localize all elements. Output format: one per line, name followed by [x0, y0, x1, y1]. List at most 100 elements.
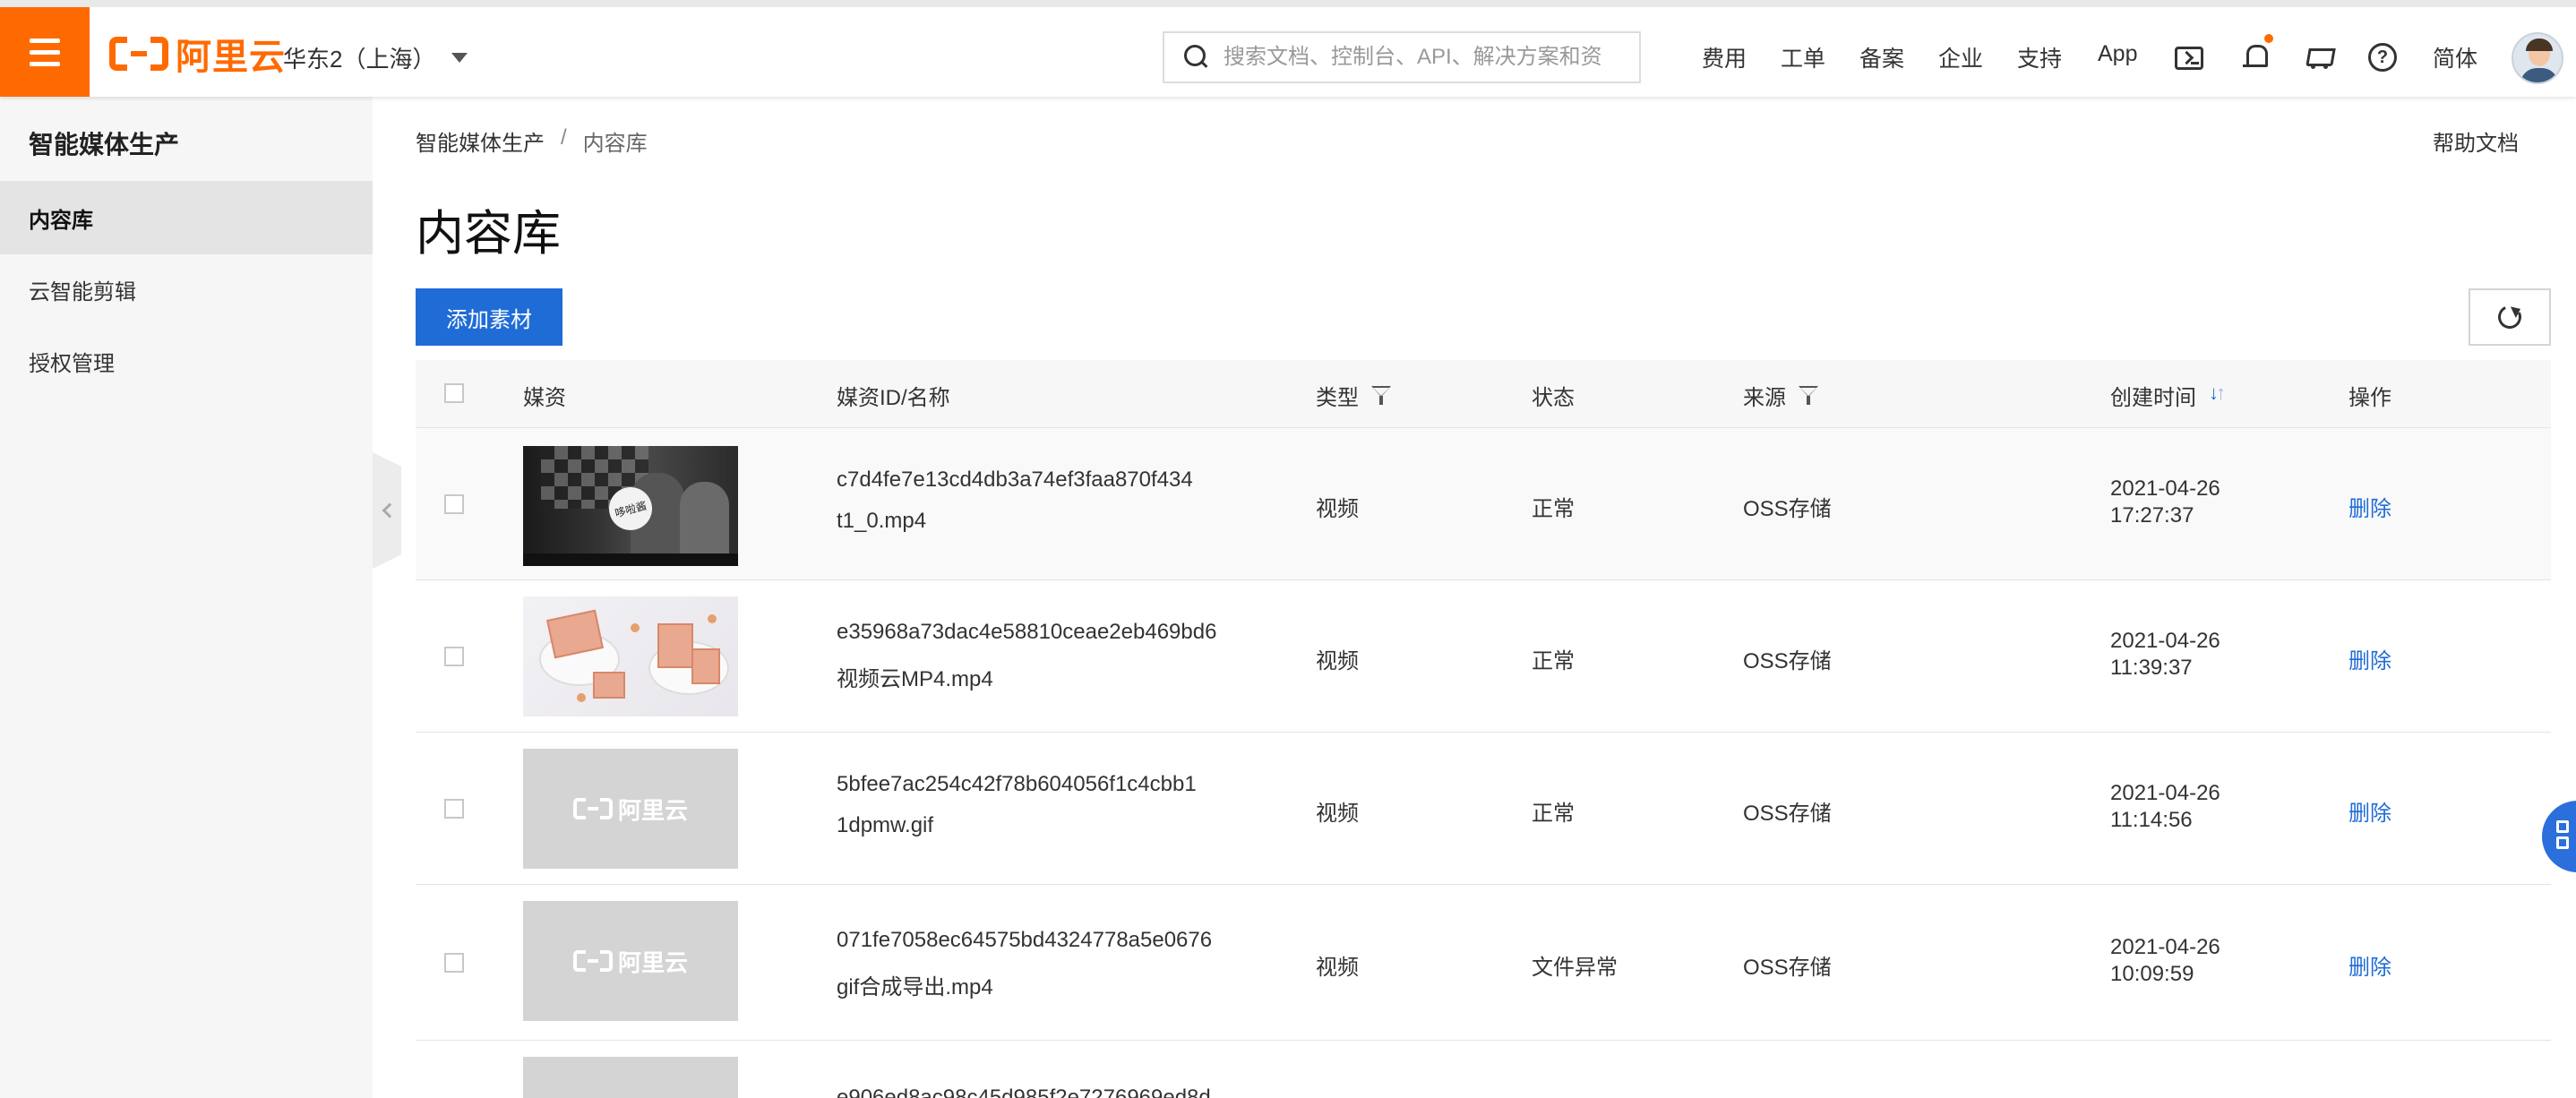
media-thumbnail[interactable]: [523, 596, 738, 716]
table-header: 媒资 媒资ID/名称 类型 状态 来源 创建时间 操作: [416, 360, 2551, 428]
select-all-checkbox[interactable]: [444, 383, 464, 403]
breadcrumb-item-root[interactable]: 智能媒体生产: [416, 125, 545, 157]
search-input[interactable]: [1224, 45, 1636, 70]
search-icon: [1184, 45, 1209, 70]
media-name: 1dpmw.gif: [837, 813, 934, 837]
sidebar: 智能媒体生产 内容库 云智能剪辑 授权管理: [0, 97, 373, 1098]
breadcrumb-separator: /: [561, 125, 567, 150]
media-status: 正常: [1532, 497, 1575, 521]
media-source: OSS存储: [1743, 649, 1832, 673]
placeholder-logo-icon: [572, 798, 613, 819]
media-source: OSS存储: [1743, 956, 1832, 980]
created-time: 11:14:56: [2110, 808, 2193, 832]
row-checkbox[interactable]: [444, 953, 464, 973]
created-date: 2021-04-26: [2110, 476, 2220, 501]
created-time: 17:27:37: [2110, 503, 2194, 528]
nav-icp[interactable]: 备案: [1859, 41, 1904, 73]
table-row: 阿里云 5bfee7ac254c42f78b604056f1c4cbb1 1dp…: [416, 733, 2551, 885]
sidebar-item-cloud-editing[interactable]: 云智能剪辑: [0, 253, 373, 326]
media-source: OSS存储: [1743, 497, 1832, 521]
page-title: 内容库: [416, 207, 561, 261]
media-thumbnail[interactable]: 阿里云: [523, 749, 738, 869]
placeholder-logo-icon: [572, 950, 613, 972]
col-header-source-label: 来源: [1743, 386, 1786, 410]
logo-mark-icon: [109, 37, 168, 71]
nav-billing[interactable]: 费用: [1702, 41, 1747, 73]
breadcrumb: 智能媒体生产 / 内容库: [416, 125, 648, 157]
sidebar-item-content-library[interactable]: 内容库: [0, 181, 373, 254]
row-checkbox[interactable]: [444, 494, 464, 514]
media-id: e906ed8ac98c45d985f2e7276969ed8d: [837, 1085, 1211, 1098]
media-thumbnail[interactable]: 阿里云: [523, 901, 738, 1021]
language-switch[interactable]: 简体: [2433, 41, 2477, 73]
sidebar-collapse-handle[interactable]: [373, 452, 401, 569]
refresh-button[interactable]: [2469, 288, 2551, 346]
breadcrumb-item-current: 内容库: [582, 132, 648, 156]
col-header-created-label: 创建时间: [2110, 386, 2196, 410]
bell-icon[interactable]: [2239, 41, 2270, 72]
notification-dot: [2264, 34, 2273, 43]
col-header-media: 媒资: [523, 386, 566, 410]
created-time: 10:09:59: [2110, 962, 2194, 986]
col-header-actions: 操作: [2348, 386, 2391, 410]
delete-link[interactable]: 删除: [2348, 643, 2391, 674]
chevron-left-icon: [382, 502, 398, 519]
media-status: 正常: [1532, 802, 1575, 826]
sidebar-item-authorization[interactable]: 授权管理: [0, 324, 373, 398]
created-time: 11:39:37: [2110, 656, 2193, 680]
top-bar: 阿里云 华东2（上海） 费用 工单 备案 企业 支持 App ? 简体: [0, 0, 2576, 97]
table-row: e906ed8ac98c45d985f2e7276969ed8d: [416, 1041, 2551, 1098]
media-thumbnail[interactable]: 哆啦酱: [523, 446, 738, 566]
filter-icon[interactable]: [1371, 385, 1391, 406]
filter-icon[interactable]: [1799, 385, 1818, 406]
nav-app[interactable]: App: [2098, 41, 2137, 67]
nav-support[interactable]: 支持: [2017, 41, 2062, 73]
col-header-id-name: 媒资ID/名称: [837, 386, 950, 410]
nav-enterprise[interactable]: 企业: [1938, 41, 1983, 73]
delete-link[interactable]: 删除: [2348, 491, 2391, 522]
region-label: 华东2（上海）: [283, 46, 436, 73]
created-date: 2021-04-26: [2110, 629, 2220, 653]
media-status: 正常: [1532, 649, 1575, 673]
search-box[interactable]: [1163, 31, 1641, 83]
media-id: c7d4fe7e13cd4db3a74ef3faa870f434: [837, 468, 1193, 492]
aliyun-logo[interactable]: 阿里云: [109, 34, 286, 77]
media-status: 文件异常: [1532, 956, 1618, 980]
col-header-type-label: 类型: [1316, 386, 1359, 410]
created-date: 2021-04-26: [2110, 935, 2220, 959]
row-checkbox[interactable]: [444, 799, 464, 819]
delete-link[interactable]: 删除: [2348, 949, 2391, 981]
col-header-created: 创建时间: [2110, 380, 2228, 411]
media-type: 视频: [1316, 956, 1359, 980]
row-checkbox[interactable]: [444, 647, 464, 666]
col-header-source: 来源: [1743, 380, 1818, 411]
sort-icon[interactable]: [2209, 382, 2228, 407]
table-row: 哆啦酱 c7d4fe7e13cd4db3a74ef3faa870f434 t1_…: [416, 428, 2551, 580]
placeholder-logo-text: 阿里云: [617, 796, 688, 824]
col-header-type: 类型: [1316, 380, 1391, 411]
cart-icon[interactable]: [2304, 41, 2334, 72]
sidebar-title: 智能媒体生产: [29, 131, 180, 159]
media-type: 视频: [1316, 497, 1359, 521]
add-material-button[interactable]: 添加素材: [416, 288, 562, 346]
media-name: gif合成导出.mp4: [837, 975, 993, 999]
menu-icon[interactable]: [0, 7, 90, 97]
media-id: e35968a73dac4e58810ceae2eb469bd6: [837, 620, 1217, 644]
avatar[interactable]: [2512, 32, 2563, 84]
caret-down-icon: [451, 53, 468, 63]
region-selector[interactable]: 华东2（上海）: [283, 41, 468, 74]
help-docs-link[interactable]: 帮助文档: [2433, 125, 2519, 157]
help-icon[interactable]: ?: [2368, 43, 2397, 72]
terminal-icon[interactable]: [2175, 47, 2203, 70]
delete-link[interactable]: 删除: [2348, 795, 2391, 827]
nav-tickets[interactable]: 工单: [1781, 41, 1825, 73]
media-name: t1_0.mp4: [837, 509, 927, 533]
refresh-icon: [2494, 302, 2525, 332]
grid-icon: [2556, 820, 2569, 833]
media-id: 071fe7058ec64575bd4324778a5e0676: [837, 928, 1213, 952]
created-date: 2021-04-26: [2110, 781, 2220, 805]
media-name: 视频云MP4.mp4: [837, 667, 993, 691]
placeholder-logo-text: 阿里云: [617, 948, 688, 976]
media-thumbnail[interactable]: [523, 1057, 738, 1098]
media-id: 5bfee7ac254c42f78b604056f1c4cbb1: [837, 772, 1197, 796]
